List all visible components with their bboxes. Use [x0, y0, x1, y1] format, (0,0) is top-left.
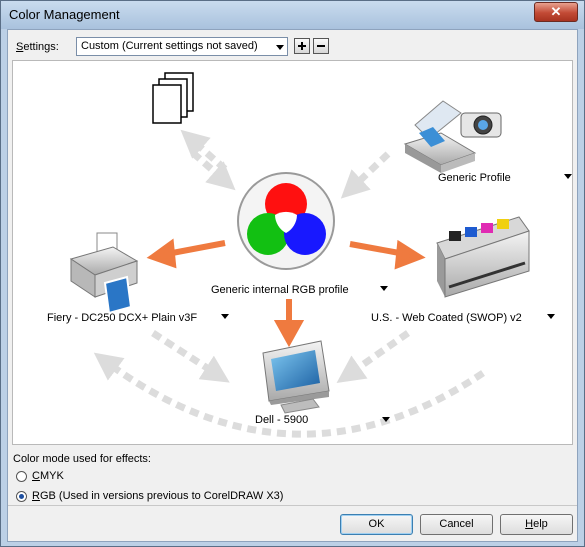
press-profile-label[interactable]: U.S. - Web Coated (SWOP) v2: [371, 312, 522, 324]
rgb-accelerator: R: [32, 490, 40, 502]
title-bar: Color Management ✕: [1, 1, 584, 29]
cmyk-label-text: MYK: [39, 470, 64, 482]
add-preset-button[interactable]: [294, 38, 310, 54]
press-icon: [436, 216, 530, 298]
monitor-profile-label[interactable]: Dell - 5900: [255, 414, 308, 426]
printer-profile-label[interactable]: Fiery - DC250 DCX+ Plain v3F: [47, 312, 197, 324]
printer-icon: [69, 232, 139, 315]
remove-preset-button[interactable]: [313, 38, 329, 54]
close-button[interactable]: ✕: [534, 2, 578, 22]
scanner-camera-icon: [403, 100, 502, 173]
rgb-radio-label[interactable]: RGB (Used in versions previous to CorelD…: [32, 490, 283, 502]
ok-button[interactable]: OK: [340, 514, 413, 535]
divider: [8, 505, 577, 506]
cmyk-radio-label[interactable]: CMYK: [32, 470, 64, 482]
dialog-body: Settings: Custom (Current settings not s…: [7, 29, 578, 542]
settings-dropdown-value: Custom (Current settings not saved): [81, 40, 258, 52]
cmyk-radio[interactable]: [16, 471, 27, 482]
help-accelerator: H: [525, 518, 534, 530]
rgb-radio[interactable]: [16, 491, 27, 502]
rgb-label-text: GB (Used in versions previous to CorelDR…: [39, 490, 284, 502]
color-mode-label: Color mode used for effects:: [13, 453, 151, 465]
generic-profile-label[interactable]: Generic Profile: [438, 172, 511, 184]
internal-rgb-profile-label[interactable]: Generic internal RGB profile: [211, 284, 349, 296]
color-management-dialog: Color Management ✕ Settings: Custom (Cur…: [0, 0, 585, 547]
settings-label-text: ettings:: [23, 41, 59, 53]
help-label-text: elp: [533, 518, 548, 530]
workflow-graphic: [69, 72, 572, 438]
help-button[interactable]: Help: [500, 514, 573, 535]
settings-dropdown[interactable]: Custom (Current settings not saved): [76, 37, 288, 56]
cmyk-accelerator: C: [32, 470, 40, 482]
rgb-profile-icon: [237, 172, 335, 270]
settings-label: Settings:: [16, 41, 59, 53]
cancel-button[interactable]: Cancel: [420, 514, 493, 535]
monitor-icon: [262, 340, 330, 414]
chevron-down-icon: [276, 45, 284, 50]
color-workflow-diagram: Generic Profile Generic internal RGB pro…: [12, 60, 573, 445]
documents-icon: [152, 72, 194, 124]
dialog-title: Color Management: [9, 7, 120, 22]
